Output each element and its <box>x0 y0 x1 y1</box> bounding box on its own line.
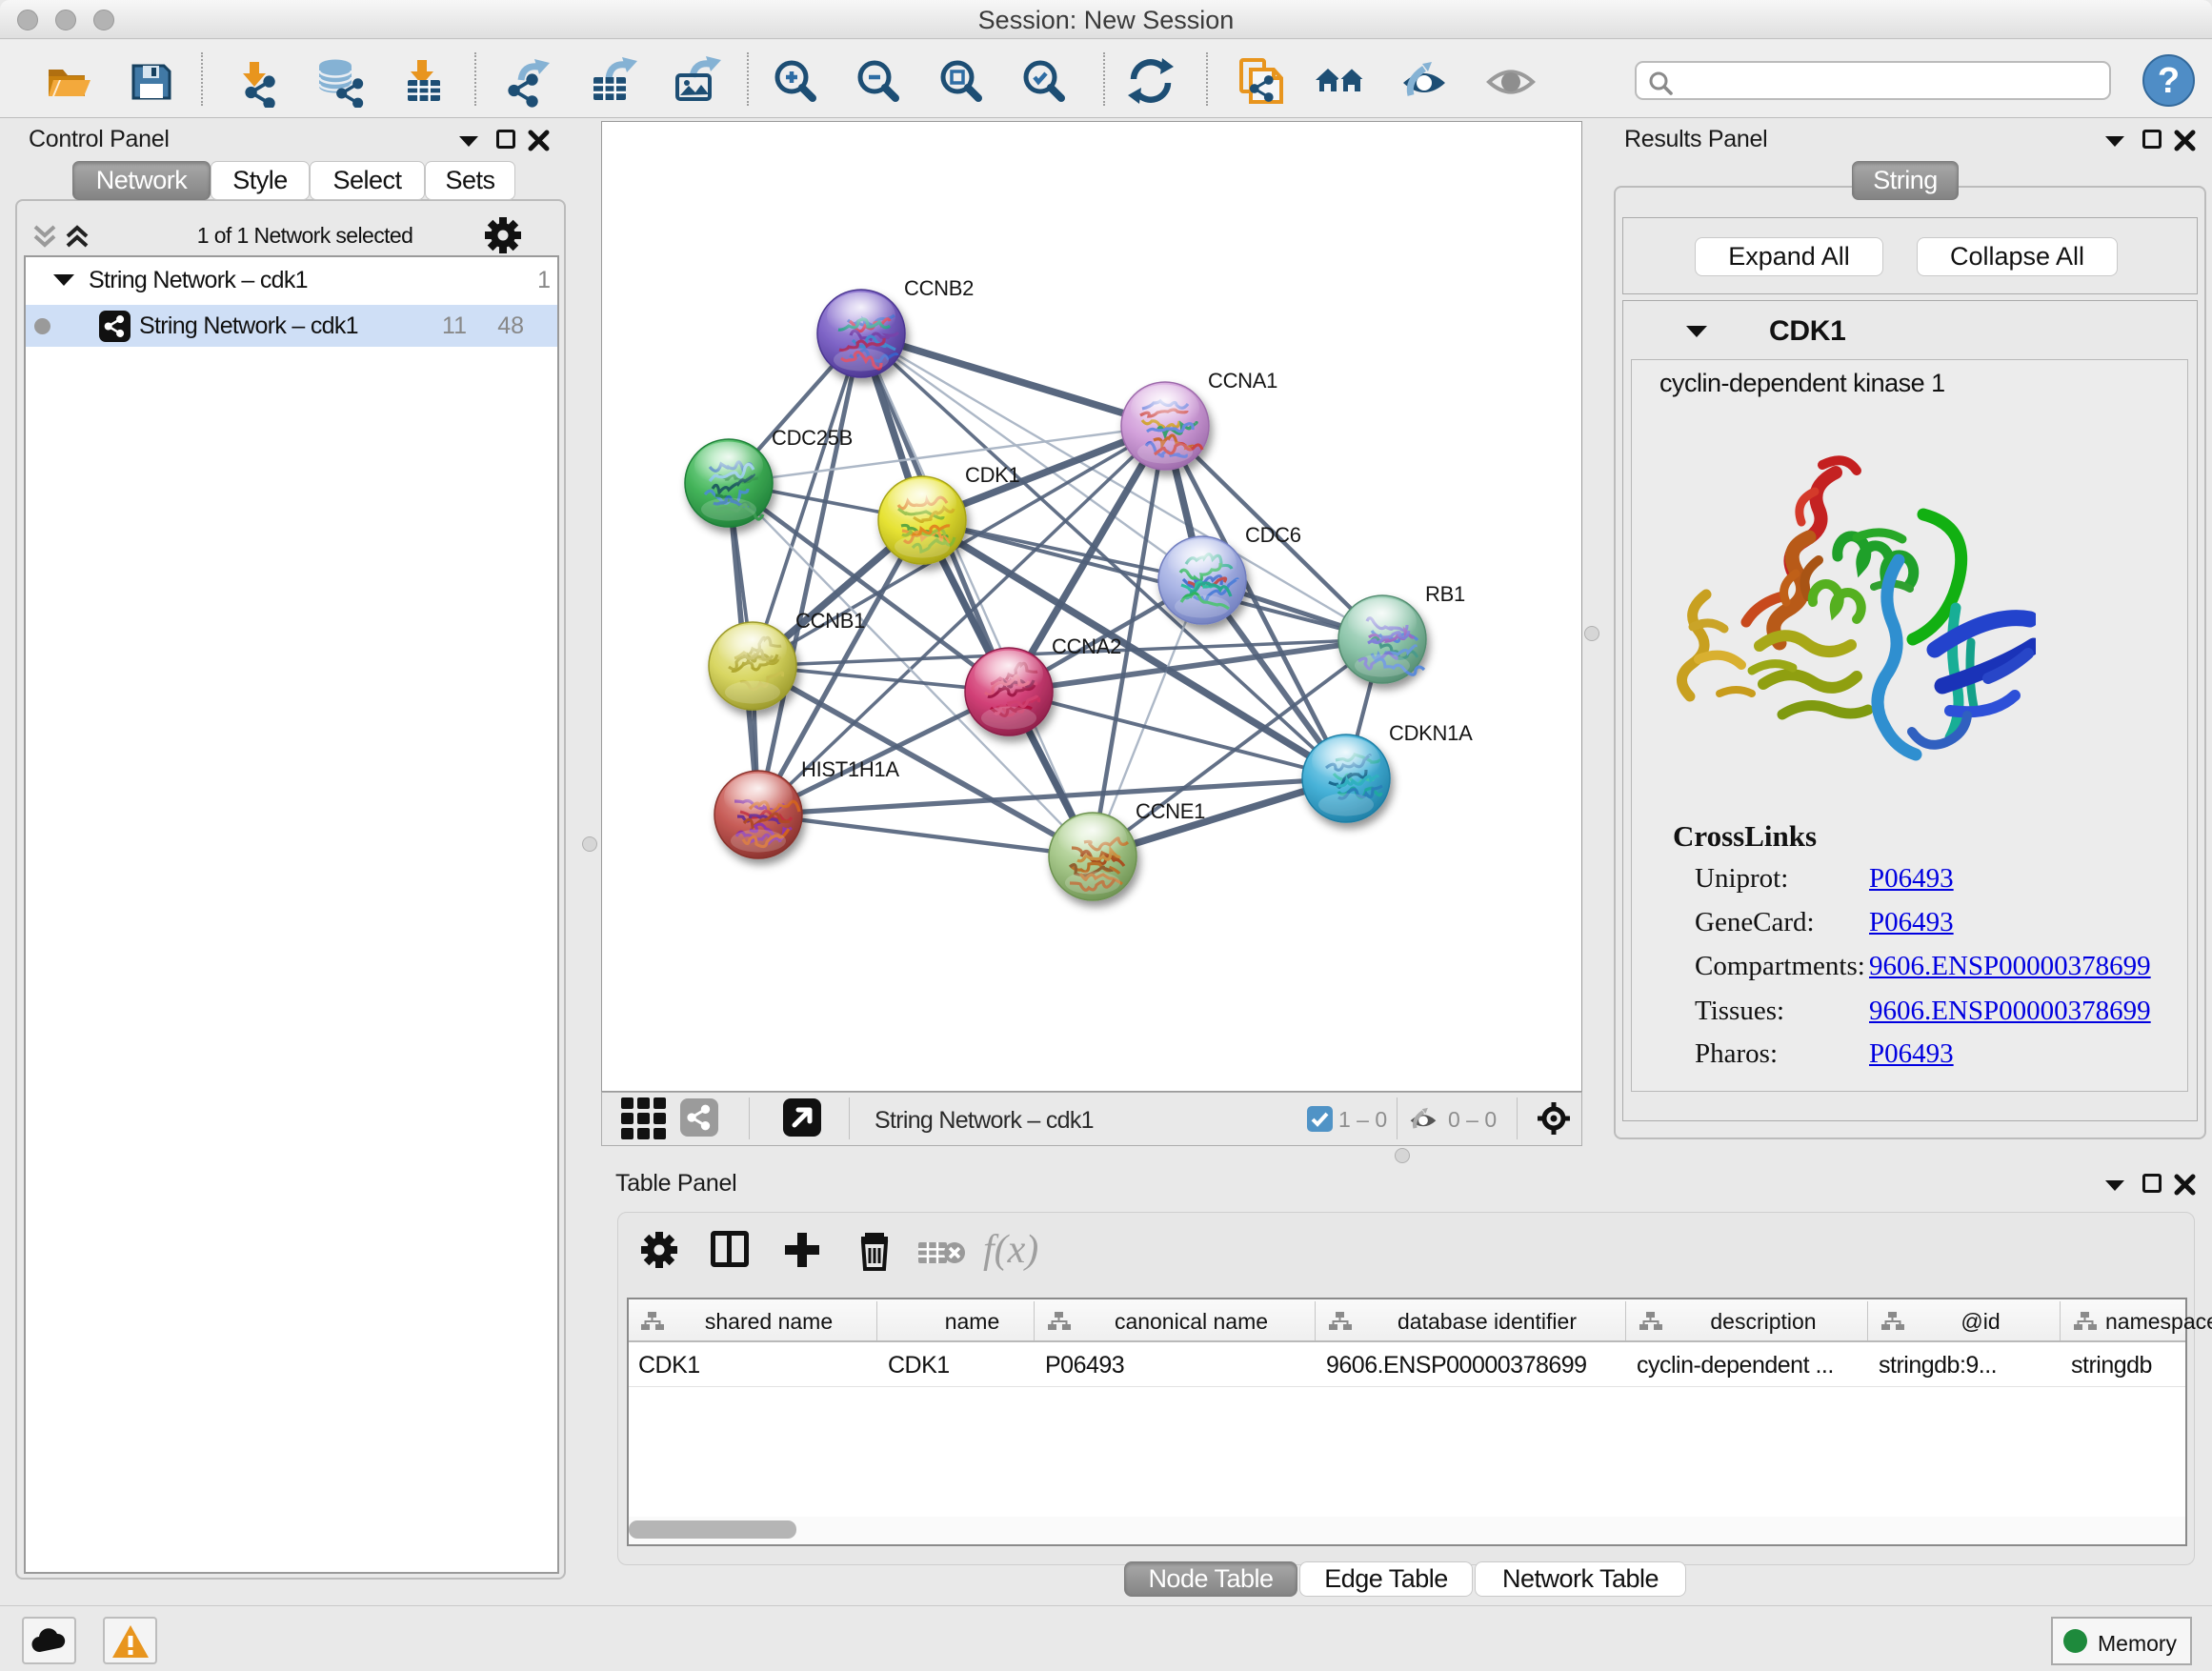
svg-text:CCNB2: CCNB2 <box>904 276 974 300</box>
svg-text:CCNA1: CCNA1 <box>1208 369 1277 393</box>
svg-text:CCNB1: CCNB1 <box>795 609 865 633</box>
svg-text:CDC25B: CDC25B <box>772 426 853 450</box>
svg-text:RB1: RB1 <box>1425 582 1465 606</box>
svg-text:CDC6: CDC6 <box>1245 523 1301 547</box>
svg-text:HIST1H1A: HIST1H1A <box>801 757 899 781</box>
svg-text:CDK1: CDK1 <box>965 463 1020 487</box>
svg-text:CCNA2: CCNA2 <box>1052 634 1121 658</box>
svg-text:CDKN1A: CDKN1A <box>1389 721 1473 745</box>
svg-text:CCNE1: CCNE1 <box>1136 799 1205 823</box>
